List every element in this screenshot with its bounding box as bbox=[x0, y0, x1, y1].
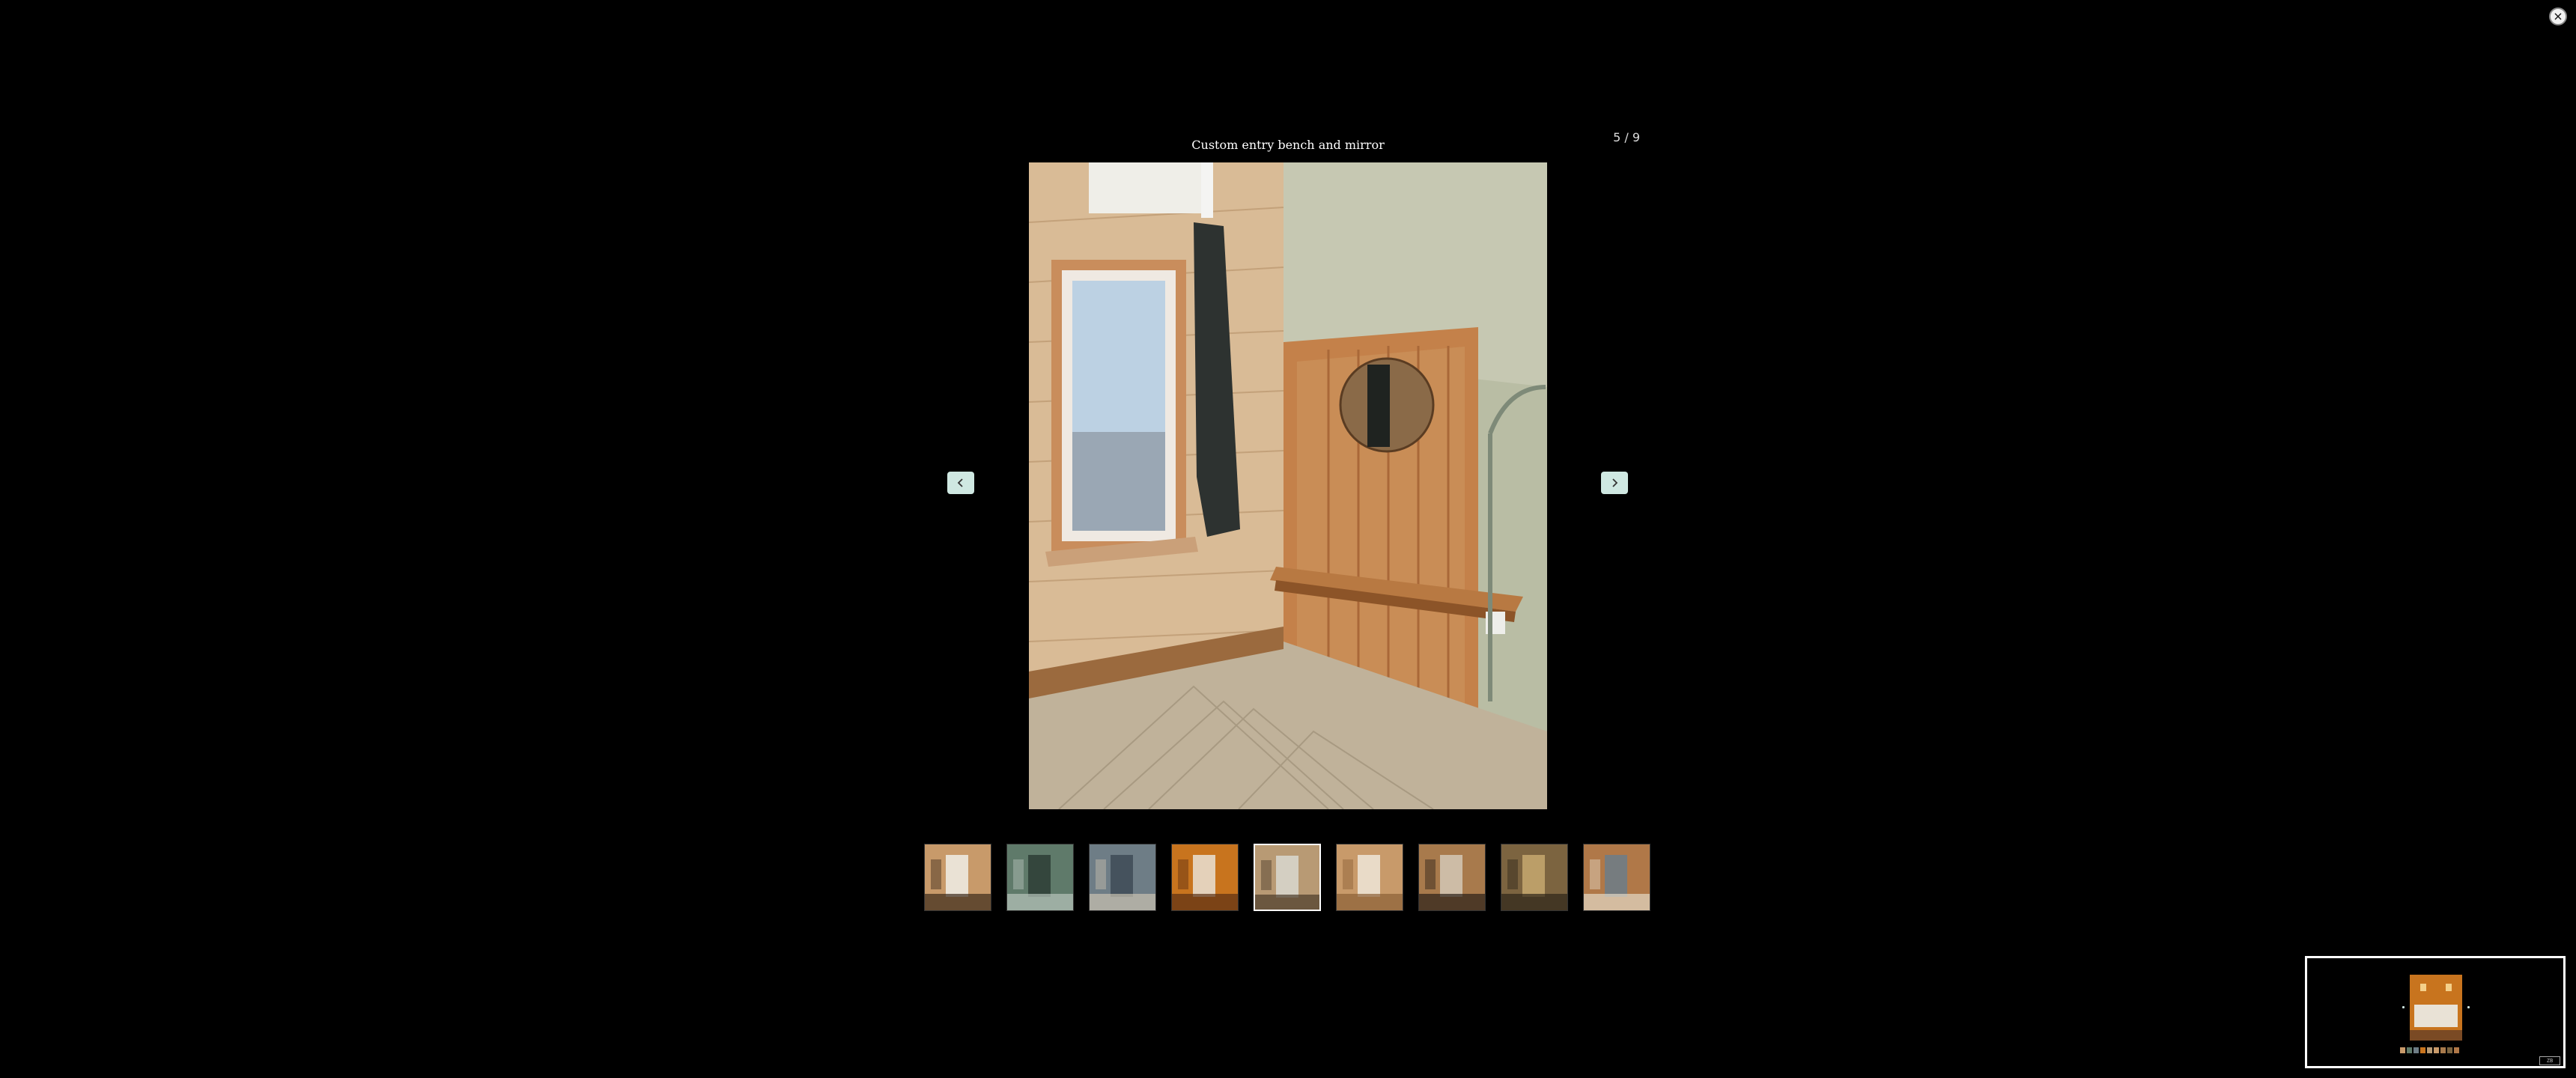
minimap-thumbnail bbox=[2427, 1047, 2432, 1053]
thumbnail-image bbox=[1090, 844, 1155, 910]
minimap-prev-marker bbox=[2402, 1006, 2405, 1008]
main-photo bbox=[1029, 162, 1547, 809]
thumbnail-image bbox=[1501, 844, 1567, 910]
minimap-photo bbox=[2410, 975, 2462, 1041]
minimap-thumbnail bbox=[2447, 1047, 2452, 1053]
thumbnail-image bbox=[925, 844, 991, 910]
minimap-thumbnail bbox=[2440, 1047, 2446, 1053]
chevron-left-icon bbox=[957, 478, 963, 487]
thumbnail-image bbox=[1255, 845, 1319, 910]
minimap-label: ZB bbox=[2539, 1056, 2560, 1065]
thumbnail-5[interactable] bbox=[1254, 844, 1321, 911]
thumbnail-image bbox=[1419, 844, 1485, 910]
minimap-thumbnail bbox=[2454, 1047, 2459, 1053]
close-button[interactable] bbox=[2549, 7, 2567, 25]
thumbnail-1[interactable] bbox=[924, 844, 991, 911]
thumbnail-3[interactable] bbox=[1089, 844, 1156, 911]
thumbnail-image bbox=[1584, 844, 1650, 910]
minimap-preview[interactable]: ZB bbox=[2305, 956, 2566, 1068]
thumbnail-2[interactable] bbox=[1006, 844, 1074, 911]
minimap-thumbnail bbox=[2414, 1047, 2419, 1053]
minimap-next-marker bbox=[2467, 1006, 2470, 1008]
minimap-thumbnail bbox=[2400, 1047, 2405, 1053]
thumbnail-image bbox=[1172, 844, 1238, 910]
thumbnail-8[interactable] bbox=[1501, 844, 1568, 911]
close-icon bbox=[2554, 13, 2562, 20]
thumbnail-image bbox=[1007, 844, 1073, 910]
thumbnail-6[interactable] bbox=[1336, 844, 1403, 911]
thumbnail-9[interactable] bbox=[1583, 844, 1650, 911]
image-counter: 5 / 9 bbox=[1613, 130, 1640, 144]
minimap-thumbnail bbox=[2434, 1047, 2439, 1053]
minimap-thumbnail bbox=[2420, 1047, 2425, 1053]
minimap-thumbnail bbox=[2407, 1047, 2412, 1053]
image-caption: Custom entry bench and mirror bbox=[1191, 138, 1385, 152]
thumbnail-4[interactable] bbox=[1171, 844, 1239, 911]
previous-image-button[interactable] bbox=[947, 472, 974, 494]
thumbnail-7[interactable] bbox=[1418, 844, 1486, 911]
next-image-button[interactable] bbox=[1601, 472, 1628, 494]
chevron-right-icon bbox=[1612, 478, 1618, 487]
thumbnail-image bbox=[1337, 844, 1403, 910]
